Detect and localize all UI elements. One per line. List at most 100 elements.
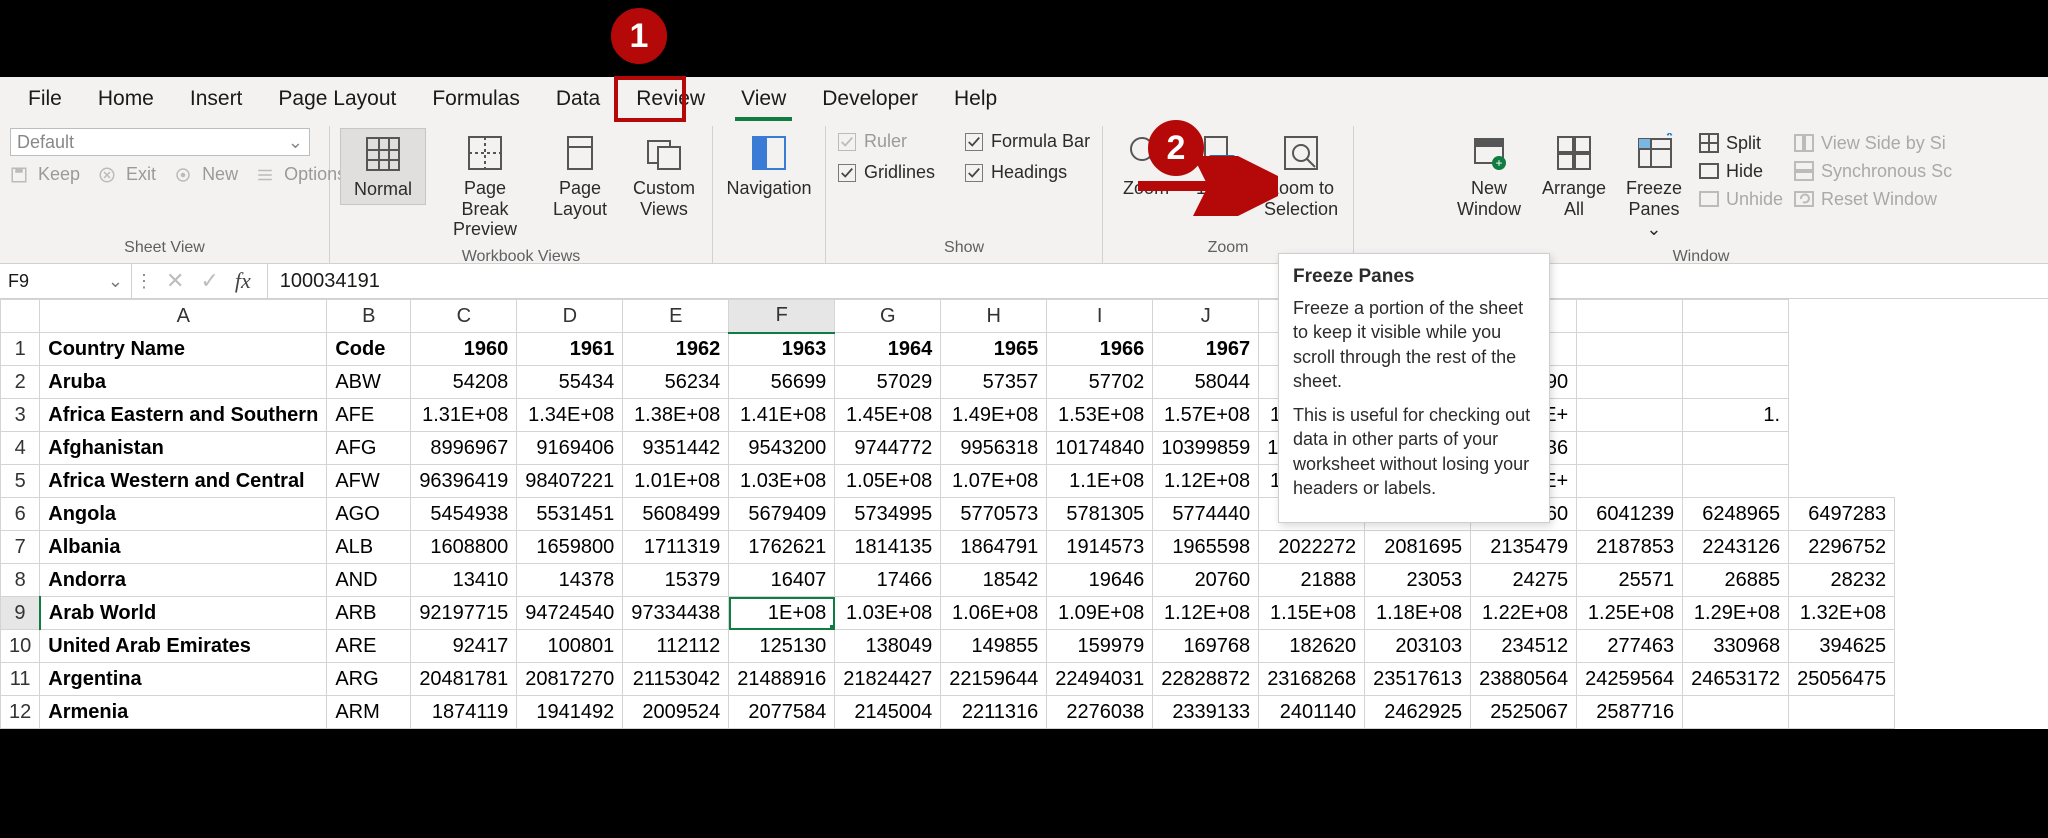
cell[interactable]: 182620 [1259, 630, 1365, 663]
cell[interactable]: 159979 [1047, 630, 1153, 663]
cell[interactable]: Angola [40, 498, 327, 531]
cell[interactable]: 1962 [623, 333, 729, 366]
cell[interactable]: 16407 [729, 564, 835, 597]
cell[interactable]: 5770573 [941, 498, 1047, 531]
cell[interactable]: 1E+08 [729, 597, 835, 630]
cell[interactable]: 1914573 [1047, 531, 1153, 564]
spreadsheet[interactable]: ABCDEFGHIJKLM1Country NameCode1960196119… [0, 299, 2048, 729]
cell[interactable]: 15379 [623, 564, 729, 597]
cell[interactable]: 2135479 [1471, 531, 1577, 564]
cell[interactable]: 2296752 [1789, 531, 1895, 564]
page-break-button[interactable]: Page Break Preview [436, 128, 534, 244]
cell[interactable]: 1964 [835, 333, 941, 366]
cell[interactable]: 98407221 [517, 465, 623, 498]
cell[interactable]: 2587716 [1577, 696, 1683, 729]
column-header[interactable]: E [623, 300, 729, 333]
sheet-view-selector[interactable]: Default ⌄ [10, 128, 310, 156]
cell[interactable]: 5781305 [1047, 498, 1153, 531]
cell[interactable]: Armenia [40, 696, 327, 729]
hide-button[interactable]: Hide [1698, 160, 1783, 182]
cell[interactable]: 56234 [623, 366, 729, 399]
split-button[interactable]: Split [1698, 132, 1783, 154]
cell[interactable]: 94724540 [517, 597, 623, 630]
cell[interactable]: 23168268 [1259, 663, 1365, 696]
cell[interactable]: 9169406 [517, 432, 623, 465]
cell[interactable]: 5531451 [517, 498, 623, 531]
cell[interactable]: 22159644 [941, 663, 1047, 696]
column-header[interactable] [1683, 300, 1789, 333]
cell[interactable]: Albania [40, 531, 327, 564]
cell[interactable]: 21153042 [623, 663, 729, 696]
cell[interactable]: 1.12E+08 [1153, 465, 1259, 498]
custom-views-button[interactable]: Custom Views [626, 128, 702, 223]
fx-icon[interactable]: fx [235, 268, 257, 294]
cell[interactable]: 1.38E+08 [623, 399, 729, 432]
cell[interactable]: 24259564 [1577, 663, 1683, 696]
tab-formulas[interactable]: Formulas [416, 79, 536, 119]
cell[interactable] [1577, 333, 1683, 366]
cell[interactable]: 92197715 [411, 597, 517, 630]
cell[interactable]: 2243126 [1683, 531, 1789, 564]
cell[interactable]: 1.32E+08 [1789, 597, 1895, 630]
cell[interactable]: 20760 [1153, 564, 1259, 597]
cell[interactable]: 2077584 [729, 696, 835, 729]
cell[interactable]: AND [327, 564, 411, 597]
cell[interactable]: 6497283 [1789, 498, 1895, 531]
cell[interactable]: 23880564 [1471, 663, 1577, 696]
column-header[interactable]: B [327, 300, 411, 333]
new-window-button[interactable]: + New Window [1450, 128, 1528, 223]
cell[interactable] [1577, 366, 1683, 399]
cell[interactable]: AFG [327, 432, 411, 465]
cell[interactable] [1577, 399, 1683, 432]
cell[interactable]: ARE [327, 630, 411, 663]
cell[interactable]: 55434 [517, 366, 623, 399]
cell[interactable]: 1965 [941, 333, 1047, 366]
cell[interactable]: 57357 [941, 366, 1047, 399]
cell[interactable]: 20481781 [411, 663, 517, 696]
cell[interactable]: AFW [327, 465, 411, 498]
row-header[interactable]: 11 [1, 663, 40, 696]
cell[interactable]: 21888 [1259, 564, 1365, 597]
cell[interactable]: Africa Western and Central [40, 465, 327, 498]
navigation-button[interactable]: Navigation [723, 128, 815, 203]
cell[interactable]: 14378 [517, 564, 623, 597]
freeze-panes-button[interactable]: * Freeze Panes ⌄ [1620, 128, 1688, 244]
formula-bar-checkbox[interactable]: Formula Bar [963, 128, 1092, 155]
cell[interactable]: 5454938 [411, 498, 517, 531]
column-header[interactable] [1577, 300, 1683, 333]
cell[interactable]: Africa Eastern and Southern [40, 399, 327, 432]
cell[interactable]: 9543200 [729, 432, 835, 465]
column-header[interactable]: C [411, 300, 517, 333]
row-header[interactable]: 2 [1, 366, 40, 399]
cell[interactable]: 17466 [835, 564, 941, 597]
name-box[interactable]: F9 ⌄ [0, 264, 132, 298]
tab-data[interactable]: Data [540, 79, 616, 119]
cell[interactable]: Arab World [40, 597, 327, 630]
cell[interactable]: 2081695 [1365, 531, 1471, 564]
cell[interactable]: 1.07E+08 [941, 465, 1047, 498]
cell[interactable]: 23053 [1365, 564, 1471, 597]
chevron-down-icon[interactable]: ⌄ [108, 271, 123, 292]
arrange-all-button[interactable]: Arrange All [1538, 128, 1610, 223]
cell[interactable]: 1762621 [729, 531, 835, 564]
row-header[interactable]: 4 [1, 432, 40, 465]
cell[interactable]: 2401140 [1259, 696, 1365, 729]
cell[interactable]: 2009524 [623, 696, 729, 729]
cell[interactable]: Country Name [40, 333, 327, 366]
cell[interactable]: 1.18E+08 [1365, 597, 1471, 630]
cell[interactable]: 97334438 [623, 597, 729, 630]
cell[interactable]: 57029 [835, 366, 941, 399]
cell[interactable]: 1.09E+08 [1047, 597, 1153, 630]
cell[interactable]: 8996967 [411, 432, 517, 465]
cell[interactable]: 1.34E+08 [517, 399, 623, 432]
cell[interactable]: 2525067 [1471, 696, 1577, 729]
cell[interactable]: 5608499 [623, 498, 729, 531]
cell[interactable]: 24653172 [1683, 663, 1789, 696]
cell[interactable]: 394625 [1789, 630, 1895, 663]
column-header[interactable]: F [729, 300, 835, 333]
cell[interactable]: 5679409 [729, 498, 835, 531]
cell[interactable] [1577, 465, 1683, 498]
cell[interactable] [1789, 696, 1895, 729]
cell[interactable]: 1.12E+08 [1153, 597, 1259, 630]
cell[interactable]: 10399859 [1153, 432, 1259, 465]
